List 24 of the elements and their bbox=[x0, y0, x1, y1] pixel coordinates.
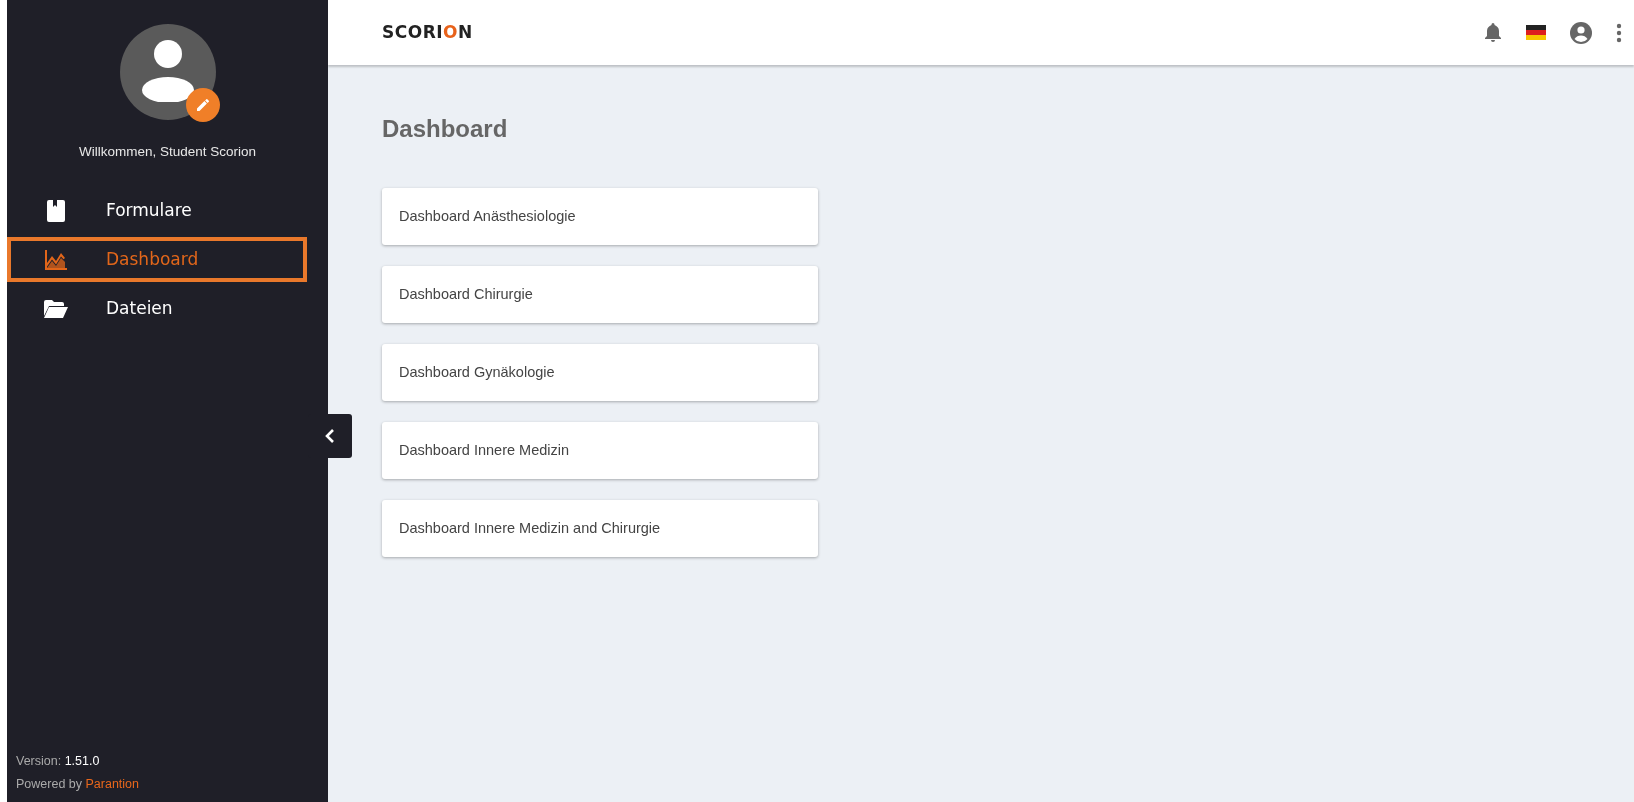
dashboard-card[interactable]: Dashboard Gynäkologie bbox=[382, 343, 818, 401]
nav-item[interactable]: Dashboard bbox=[7, 237, 307, 283]
chart-icon bbox=[45, 249, 67, 270]
folder-icon bbox=[44, 299, 68, 318]
pencil-icon bbox=[194, 97, 211, 113]
edit-button[interactable] bbox=[185, 88, 220, 122]
nav-item[interactable]: Dateien bbox=[7, 286, 307, 332]
page-title: Dashboard bbox=[382, 115, 509, 144]
version-text: Version: 1.51.0 bbox=[16, 753, 101, 770]
nav-item[interactable]: Formulare bbox=[7, 188, 307, 234]
bell-icon[interactable] bbox=[1484, 22, 1502, 43]
dashboard-card[interactable]: Dashboard Anästhesiologie bbox=[382, 187, 818, 245]
chevron-left-icon bbox=[324, 428, 336, 444]
logo: SCORION bbox=[382, 20, 473, 44]
document-icon bbox=[47, 199, 65, 222]
powered-by-text: Powered by bbox=[16, 777, 83, 791]
dashboard-card[interactable]: Dashboard Chirurgie bbox=[382, 265, 818, 323]
parantion-link[interactable]: Parantion bbox=[85, 777, 139, 791]
german-flag-icon[interactable] bbox=[1526, 25, 1546, 40]
more-icon[interactable] bbox=[1616, 22, 1622, 43]
dashboard-card[interactable]: Dashboard Innere Medizin bbox=[382, 421, 818, 479]
dashboard-card[interactable]: Dashboard Innere Medizin and Chirurgie bbox=[382, 499, 818, 557]
welcome-text: Willkommen, Student Scorion bbox=[77, 143, 258, 161]
account-icon[interactable] bbox=[1570, 21, 1592, 44]
